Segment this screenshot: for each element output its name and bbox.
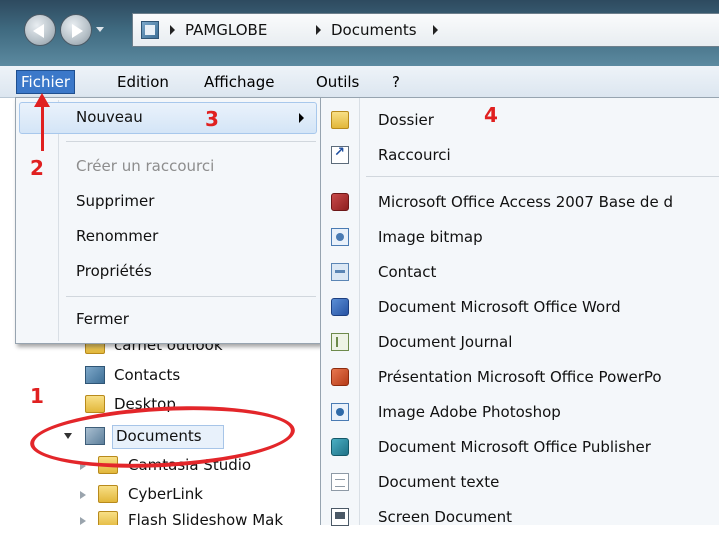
annotation-step-4: 4 (484, 103, 498, 127)
annotation-arrow-shaft (41, 103, 44, 151)
menu-edition[interactable]: Edition (113, 71, 173, 93)
menu-item-fermer[interactable]: Fermer (76, 310, 129, 328)
access-icon (331, 193, 349, 211)
menu-outils[interactable]: Outils (312, 71, 363, 93)
annotation-step-2: 2 (30, 156, 44, 180)
folder-icon (98, 511, 118, 525)
journal-icon (331, 333, 349, 351)
breadcrumb-chevron-icon[interactable] (170, 25, 175, 35)
menu-affichage[interactable]: Affichage (200, 71, 278, 93)
title-bar: PAMGLOBE Documents (0, 0, 719, 66)
forward-arrow-icon (72, 24, 83, 38)
submenu-item-label: Image bitmap (378, 228, 483, 246)
menu-item-nouveau[interactable]: Nouveau (76, 108, 143, 126)
submenu-item-document-texte[interactable]: Document texte (321, 465, 719, 499)
submenu-item-label: Contact (378, 263, 437, 281)
submenu-item-label: Microsoft Office Access 2007 Base de d (378, 193, 673, 211)
photoshop-icon (331, 403, 349, 421)
tree-item-contacts[interactable]: Contacts (80, 363, 310, 389)
submenu-item-screen-document[interactable]: Screen Document (321, 500, 719, 534)
submenu-item-word[interactable]: Document Microsoft Office Word (321, 290, 719, 324)
folder-icon (85, 395, 105, 413)
publisher-icon (331, 438, 349, 456)
collapsed-chevron-icon[interactable] (80, 517, 86, 525)
new-submenu: Dossier Raccourci Microsoft Office Acces… (320, 97, 719, 526)
screen-document-icon (331, 508, 349, 526)
file-menu: Nouveau Créer un raccourci Supprimer Ren… (15, 97, 321, 344)
collapsed-chevron-icon[interactable] (80, 491, 86, 499)
menu-item-creer-raccourci[interactable]: Créer un raccourci (76, 157, 214, 175)
menu-separator (366, 176, 719, 177)
menu-item-renommer[interactable]: Renommer (76, 227, 158, 245)
submenu-item-dossier[interactable]: Dossier (321, 103, 719, 137)
menu-separator (66, 141, 316, 142)
breadcrumb-chevron-icon[interactable] (433, 25, 438, 35)
submenu-item-photoshop[interactable]: Image Adobe Photoshop (321, 395, 719, 429)
submenu-arrow-icon (299, 113, 304, 123)
back-arrow-icon (33, 24, 44, 38)
submenu-item-powerpoint[interactable]: Présentation Microsoft Office PowerPo (321, 360, 719, 394)
tree-item-label: CyberLink (128, 485, 203, 503)
contacts-folder-icon (85, 366, 105, 384)
submenu-item-label: Document texte (378, 473, 500, 491)
folder-icon (331, 111, 349, 129)
shortcut-icon (331, 145, 349, 164)
powerpoint-icon (331, 368, 349, 386)
forward-button[interactable] (60, 14, 92, 46)
address-bar[interactable]: PAMGLOBE Documents (132, 13, 719, 47)
tree-item-flash-slideshow[interactable]: Flash Slideshow Mak (80, 508, 316, 525)
bitmap-icon (331, 228, 349, 246)
computer-icon (141, 21, 159, 39)
menu-separator (66, 296, 316, 297)
submenu-item-label: Raccourci (378, 146, 451, 164)
back-button[interactable] (24, 14, 56, 46)
submenu-item-contact[interactable]: Contact (321, 255, 719, 289)
menu-fichier[interactable]: Fichier (16, 70, 76, 94)
folder-icon (98, 485, 118, 503)
menu-bar: Fichier Edition Affichage Outils ? (0, 66, 719, 98)
breadcrumb-documents[interactable]: Documents (331, 21, 417, 39)
submenu-item-label: Dossier (378, 111, 434, 129)
submenu-item-label: Document Microsoft Office Word (378, 298, 621, 316)
breadcrumb-pamglobe[interactable]: PAMGLOBE (185, 21, 267, 39)
menu-gutter (58, 100, 59, 341)
annotation-step-3: 3 (205, 107, 219, 131)
contact-icon (331, 263, 349, 281)
menu-help[interactable]: ? (388, 71, 404, 93)
submenu-item-publisher[interactable]: Document Microsoft Office Publisher (321, 430, 719, 464)
word-icon (331, 298, 349, 316)
submenu-item-journal[interactable]: Document Journal (321, 325, 719, 359)
annotation-step-1: 1 (30, 384, 44, 408)
submenu-item-label: Screen Document (378, 508, 513, 526)
submenu-item-access[interactable]: Microsoft Office Access 2007 Base de d (321, 185, 719, 219)
text-document-icon (331, 473, 349, 491)
tree-item-label: Flash Slideshow Mak (128, 511, 284, 525)
menu-item-highlight (19, 102, 317, 134)
tree-item-cyberlink[interactable]: CyberLink (80, 482, 310, 508)
submenu-item-image-bitmap[interactable]: Image bitmap (321, 220, 719, 254)
submenu-item-label: Présentation Microsoft Office PowerPo (378, 368, 662, 386)
tree-item-label: Contacts (114, 366, 181, 384)
menu-item-supprimer[interactable]: Supprimer (76, 192, 154, 210)
submenu-item-raccourci[interactable]: Raccourci (321, 138, 719, 172)
recent-pages-chevron-down-icon[interactable] (96, 27, 104, 32)
submenu-item-label: Document Microsoft Office Publisher (378, 438, 651, 456)
submenu-item-label: Image Adobe Photoshop (378, 403, 561, 421)
submenu-item-label: Document Journal (378, 333, 513, 351)
menu-item-proprietes[interactable]: Propriétés (76, 262, 152, 280)
breadcrumb-chevron-icon[interactable] (316, 25, 321, 35)
